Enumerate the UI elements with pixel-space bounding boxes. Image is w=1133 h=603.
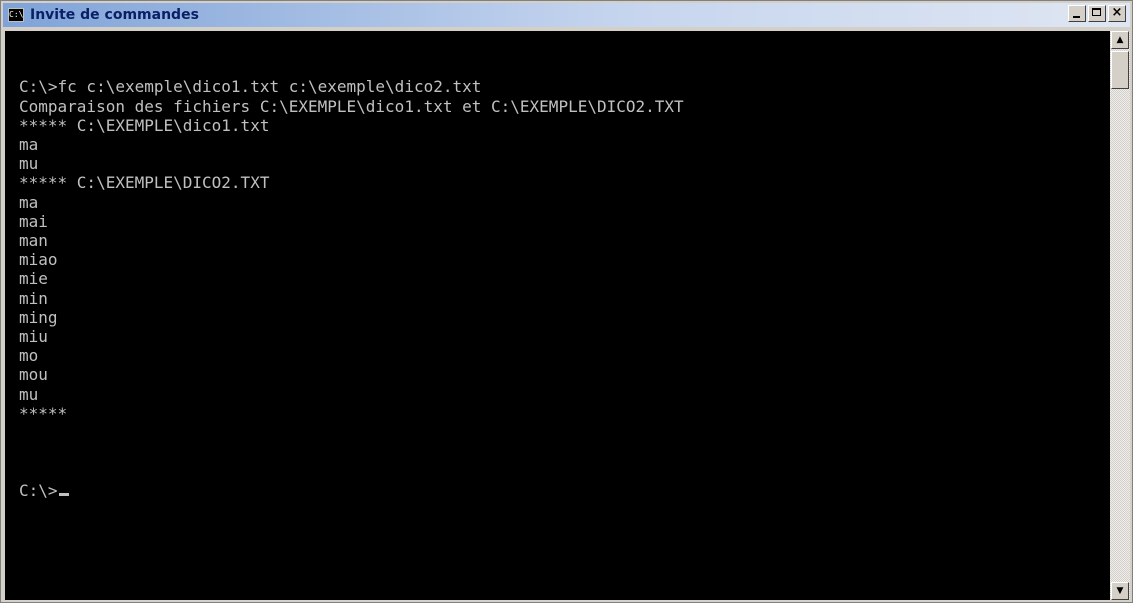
console-area[interactable]: C:\>fc c:\exemple\dico1.txt c:\exemple\d…: [5, 31, 1110, 600]
vertical-scrollbar[interactable]: ▲ ▼: [1110, 31, 1130, 600]
console-line: ***** C:\EXEMPLE\dico1.txt: [19, 115, 270, 135]
scroll-down-button[interactable]: ▼: [1111, 582, 1129, 600]
console-line: ming: [19, 307, 58, 327]
command-prompt-window: C:\ Invite de commandes × C:\>fc c:\exem…: [0, 0, 1133, 603]
console-line: C:\>fc c:\exemple\dico1.txt c:\exemple\d…: [19, 77, 482, 97]
text-cursor: [58, 492, 69, 496]
console-line: miao: [19, 250, 58, 270]
window-title: Invite de commandes: [30, 7, 199, 23]
window-controls: ×: [1066, 5, 1126, 22]
close-button[interactable]: ×: [1108, 5, 1126, 22]
scroll-up-button[interactable]: ▲: [1111, 31, 1129, 49]
console-line: mo: [19, 346, 39, 366]
title-bar[interactable]: C:\ Invite de commandes ×: [3, 3, 1130, 27]
console-line: *****: [19, 403, 68, 423]
scrollbar-thumb[interactable]: [1111, 51, 1129, 89]
console-lines: C:\>fc c:\exemple\dico1.txt c:\exemple\d…: [19, 77, 684, 422]
console-line: min: [19, 288, 48, 308]
console-line: miu: [19, 327, 48, 347]
console-line: mou: [19, 365, 48, 385]
maximize-button[interactable]: [1088, 5, 1106, 22]
console-line: Comparaison des fichiers C:\EXEMPLE\dico…: [19, 96, 684, 116]
console-line: ma: [19, 192, 39, 212]
console-line: mu: [19, 154, 39, 174]
minimize-button[interactable]: [1068, 5, 1086, 22]
console-line: man: [19, 231, 48, 251]
command-prompt-icon[interactable]: C:\: [8, 8, 24, 22]
console-line: mu: [19, 384, 39, 404]
command-prompt: C:\>: [19, 480, 58, 500]
console-output: C:\>fc c:\exemple\dico1.txt c:\exemple\d…: [19, 39, 684, 500]
console-line: mai: [19, 211, 48, 231]
console-line: ***** C:\EXEMPLE\DICO2.TXT: [19, 173, 270, 193]
console-line: mie: [19, 269, 48, 289]
console-line: ma: [19, 135, 39, 155]
